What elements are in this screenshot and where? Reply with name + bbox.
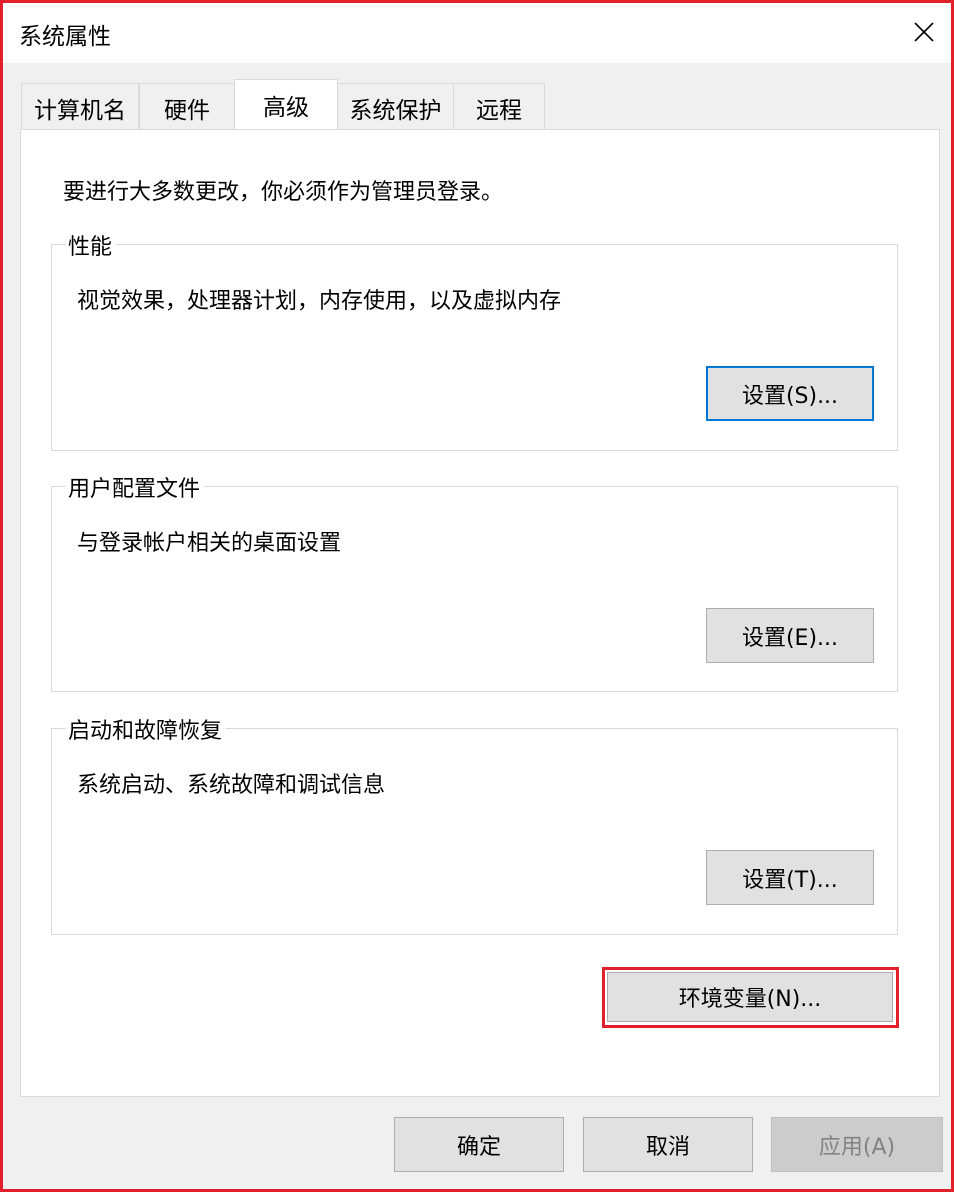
performance-settings-button[interactable]: 设置(S)...: [706, 366, 874, 421]
title-bar: 系统属性: [3, 3, 951, 63]
performance-description: 视觉效果，处理器计划，内存使用，以及虚拟内存: [77, 289, 562, 314]
env-vars-highlight: [602, 967, 899, 1028]
performance-group: 性能 视觉效果，处理器计划，内存使用，以及虚拟内存 设置(S)...: [51, 229, 898, 451]
user-profiles-description: 与登录帐户相关的桌面设置: [77, 531, 342, 556]
tab-label: 硬件: [164, 97, 210, 124]
system-properties-window: 系统属性 计算机名 硬件 高级 系统保护 远程 要进行大多数更改，你必须作为管理…: [0, 0, 954, 1192]
tab-computer-name[interactable]: 计算机名: [21, 83, 139, 131]
close-button[interactable]: [901, 9, 947, 55]
startup-recovery-group: 启动和故障恢复 系统启动、系统故障和调试信息 设置(T)...: [51, 713, 898, 935]
window-title: 系统属性: [19, 24, 111, 50]
startup-recovery-group-title: 启动和故障恢复: [66, 713, 227, 745]
tab-system-protection[interactable]: 系统保护: [337, 83, 454, 131]
user-profiles-settings-button[interactable]: 设置(E)...: [706, 608, 874, 663]
startup-recovery-settings-button[interactable]: 设置(T)...: [706, 850, 874, 905]
cancel-button[interactable]: 取消: [583, 1117, 753, 1172]
tab-label: 高级: [263, 95, 309, 121]
admin-notice: 要进行大多数更改，你必须作为管理员登录。: [63, 180, 504, 205]
performance-group-title: 性能: [66, 229, 117, 261]
user-profiles-group: 用户配置文件 与登录帐户相关的桌面设置 设置(E)...: [51, 471, 898, 692]
ok-button[interactable]: 确定: [394, 1117, 564, 1172]
close-icon: [914, 22, 934, 42]
tab-hardware[interactable]: 硬件: [139, 83, 235, 131]
startup-recovery-description: 系统启动、系统故障和调试信息: [77, 773, 386, 798]
tab-label: 系统保护: [349, 97, 442, 124]
tab-label: 计算机名: [34, 97, 126, 124]
advanced-tab-panel: 要进行大多数更改，你必须作为管理员登录。 性能 视觉效果，处理器计划，内存使用，…: [20, 129, 940, 1097]
tab-advanced[interactable]: 高级: [234, 79, 338, 129]
tab-label: 远程: [476, 97, 522, 124]
apply-button[interactable]: 应用(A): [771, 1117, 943, 1172]
tab-remote[interactable]: 远程: [453, 83, 545, 131]
user-profiles-group-title: 用户配置文件: [66, 471, 205, 503]
